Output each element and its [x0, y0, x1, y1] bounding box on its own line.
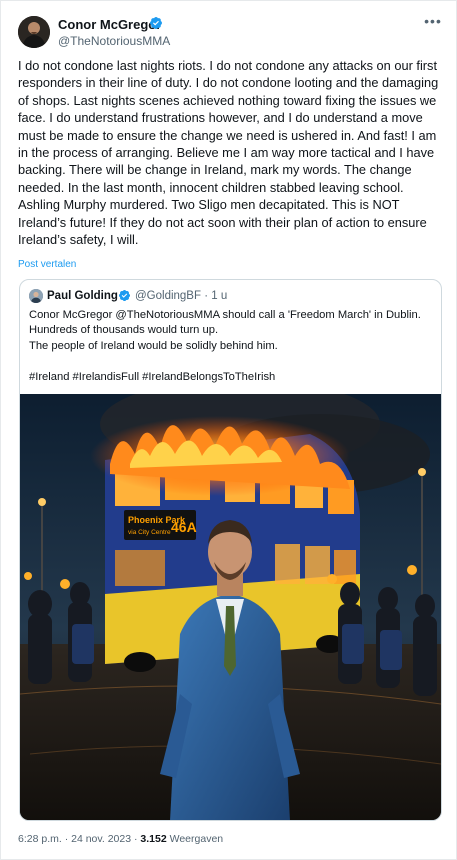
- meta-separator: ·: [134, 833, 138, 845]
- quote-text: Conor McGregor @TheNotoriousMMA should c…: [29, 308, 434, 385]
- quote-author-name[interactable]: Paul Golding: [47, 290, 118, 302]
- quote-line: The people of Ireland would be solidly b…: [29, 339, 278, 352]
- quote-author-handle[interactable]: @GoldingBF · 1 u: [135, 290, 227, 302]
- quote-verified-badge-icon: [118, 289, 131, 302]
- author-name[interactable]: Conor McGregor: [58, 17, 161, 32]
- quote-line: Conor McGregor @TheNotoriousMMA should c…: [29, 309, 421, 321]
- quote-timestamp: 1 u: [211, 290, 228, 302]
- tweet-card: Conor McGregor @TheNotoriousMMA ••• I do…: [0, 0, 457, 860]
- tweet-meta: 6:28 p.m. · 24 nov. 2023 · 3.152 Weergav…: [18, 833, 223, 845]
- meta-separator: ·: [64, 833, 69, 845]
- tweet-date[interactable]: 24 nov. 2023: [71, 833, 131, 845]
- views-label[interactable]: Weergaven: [170, 833, 224, 845]
- quote-handle-text: @GoldingBF: [135, 290, 202, 302]
- quote-hashtags[interactable]: #Ireland #IrelandisFull #IrelandBelongsT…: [29, 370, 434, 385]
- quote-line: [29, 354, 434, 369]
- author-avatar[interactable]: [18, 16, 50, 48]
- bus-route-number: 46A: [171, 519, 197, 535]
- quote-line: Hundreds of thousands would turn up.: [29, 324, 219, 337]
- tweet-time[interactable]: 6:28 p.m.: [18, 833, 62, 845]
- translate-post-link[interactable]: Post vertalen: [18, 259, 76, 270]
- tweet-text: I do not condone last nights riots. I do…: [18, 58, 442, 248]
- author-handle[interactable]: @TheNotoriousMMA: [58, 34, 170, 48]
- bus-sign-line2: via City Centre: [128, 529, 171, 536]
- quote-author-avatar[interactable]: [29, 289, 43, 303]
- quote-separator: ·: [204, 290, 209, 302]
- more-horizontal-icon: •••: [424, 13, 442, 29]
- quote-media-image[interactable]: Phoenix Park via City Centre 46A: [20, 394, 441, 820]
- verified-badge-icon: [149, 16, 163, 30]
- quoted-tweet[interactable]: Paul Golding @GoldingBF · 1 u Conor McGr…: [19, 279, 442, 821]
- more-options-button[interactable]: •••: [421, 11, 445, 31]
- views-count: 3.152: [140, 833, 167, 845]
